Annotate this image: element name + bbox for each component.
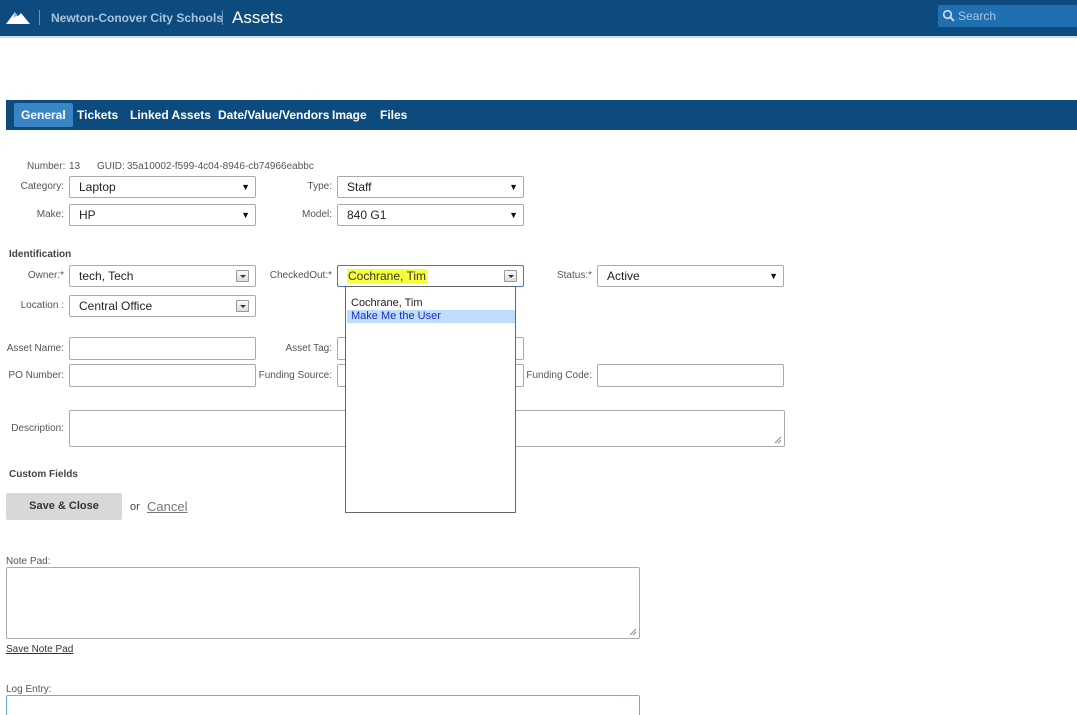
search-input[interactable]: Search — [938, 5, 1077, 27]
combo-arrow-icon[interactable] — [236, 270, 249, 282]
caret-down-icon: ▼ — [241, 182, 250, 192]
asset-tag-label: Asset Tag: — [285, 343, 332, 354]
search-icon — [942, 9, 955, 22]
location-combobox[interactable]: Central Office — [69, 295, 256, 317]
funding-source-label: Funding Source: — [258, 370, 332, 381]
tab-linked-assets[interactable]: Linked Assets — [123, 103, 218, 127]
guid-label: GUID: — [97, 161, 125, 172]
header-divider — [222, 10, 223, 25]
make-label: Make: — [36, 209, 64, 220]
search-placeholder: Search — [958, 9, 997, 23]
category-select[interactable]: Laptop ▼ — [69, 176, 256, 198]
tab-bar: General Tickets Linked Assets Date/Value… — [6, 100, 1077, 130]
make-value: HP — [79, 208, 96, 222]
funding-code-input[interactable] — [597, 364, 784, 387]
status-label: Status:* — [556, 270, 592, 281]
save-note-pad-link[interactable]: Save Note Pad — [6, 644, 73, 655]
or-text: or — [130, 501, 140, 513]
type-select[interactable]: Staff ▼ — [337, 176, 524, 198]
resize-grip-icon[interactable] — [774, 436, 782, 444]
owner-label: Owner:* — [27, 270, 64, 281]
org-name-link[interactable]: Newton-Conover City Schools — [51, 11, 223, 25]
header-divider — [39, 10, 40, 25]
tab-general[interactable]: General — [14, 103, 73, 127]
status-value: Active — [607, 269, 640, 283]
app-title: Assets — [232, 8, 284, 27]
po-number-label: PO Number: — [8, 370, 64, 381]
tab-image[interactable]: Image — [325, 103, 374, 127]
category-label: Category: — [20, 181, 64, 192]
tab-tickets[interactable]: Tickets — [70, 103, 125, 127]
funding-code-label: Funding Code: — [526, 370, 592, 381]
dropdown-option[interactable]: Cochrane, Tim — [347, 297, 515, 310]
location-value: Central Office — [79, 299, 153, 313]
model-select[interactable]: 840 G1 ▼ — [337, 204, 524, 226]
tab-date-value-vendors[interactable]: Date/Value/Vendors — [211, 103, 336, 127]
location-label: Location : — [20, 300, 64, 311]
po-number-input[interactable] — [69, 364, 256, 387]
owner-value: tech, Tech — [79, 269, 134, 283]
number-value: 13 — [69, 161, 81, 172]
identification-heading: Identification — [9, 249, 72, 260]
checkedout-label: CheckedOut:* — [269, 270, 332, 281]
caret-down-icon: ▼ — [509, 182, 518, 192]
model-label: Model: — [301, 209, 332, 220]
number-label: Number: — [27, 161, 66, 172]
cancel-link[interactable]: Cancel — [147, 499, 187, 514]
custom-fields-heading: Custom Fields — [9, 469, 78, 480]
log-entry-textarea[interactable] — [6, 695, 640, 715]
asset-name-input[interactable] — [69, 337, 256, 360]
caret-down-icon: ▼ — [241, 210, 250, 220]
combo-arrow-icon[interactable] — [236, 300, 249, 312]
model-value: 840 G1 — [347, 208, 387, 222]
asset-name-label: Asset Name: — [6, 343, 64, 354]
save-close-button[interactable]: Save & Close — [6, 493, 122, 520]
type-label: Type: — [307, 181, 332, 192]
description-label: Description: — [11, 423, 64, 434]
caret-down-icon: ▼ — [769, 271, 778, 281]
dropdown-option-highlighted[interactable]: Make Me the User — [347, 310, 515, 323]
make-select[interactable]: HP ▼ — [69, 204, 256, 226]
combo-arrow-icon[interactable] — [504, 270, 517, 282]
checkedout-value[interactable]: Cochrane, Tim — [347, 269, 428, 283]
note-pad-textarea[interactable] — [6, 567, 640, 639]
owner-combobox[interactable]: tech, Tech — [69, 265, 256, 287]
checkedout-dropdown-list: Cochrane, Tim Make Me the User — [345, 286, 516, 513]
guid-value: 35a10002-f599-4c04-8946-cb74966eabbc — [127, 161, 314, 172]
category-value: Laptop — [79, 180, 116, 194]
note-pad-label: Note Pad: — [6, 556, 51, 567]
log-entry-label: Log Entry: — [6, 684, 52, 695]
navbar-bottom-line — [0, 36, 1077, 38]
mountain-logo-icon[interactable] — [6, 9, 30, 25]
type-value: Staff — [347, 180, 372, 194]
tab-files[interactable]: Files — [373, 103, 414, 127]
checkedout-combobox[interactable]: Cochrane, Tim — [337, 265, 524, 287]
status-select[interactable]: Active ▼ — [597, 265, 784, 287]
caret-down-icon: ▼ — [509, 210, 518, 220]
resize-grip-icon[interactable] — [629, 628, 637, 636]
